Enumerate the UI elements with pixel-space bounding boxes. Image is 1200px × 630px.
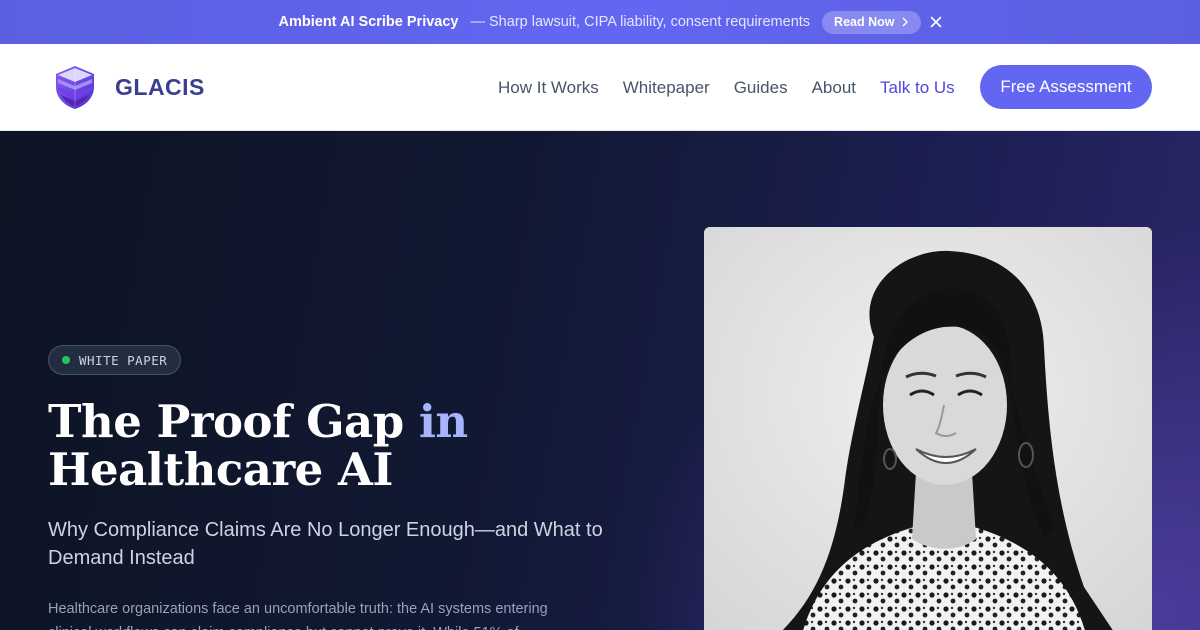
white-paper-badge: WHITE PAPER — [48, 345, 182, 375]
close-icon[interactable] — [928, 14, 944, 30]
chevron-right-icon — [902, 17, 909, 27]
badge-label: WHITE PAPER — [79, 352, 168, 368]
logo[interactable]: GLACIS — [54, 65, 205, 110]
site-header: GLACIS How It Works Whitepaper Guides Ab… — [0, 44, 1200, 131]
announcement-title: Ambient AI Scribe Privacy — [278, 14, 459, 30]
read-now-label: Read Now — [834, 15, 895, 29]
nav-talk-to-us[interactable]: Talk to Us — [880, 78, 955, 98]
announcement-bar: Ambient AI Scribe Privacy — Sharp lawsui… — [0, 0, 1200, 44]
nav-guides[interactable]: Guides — [734, 78, 788, 98]
page-title: The Proof Gap in Healthcare AI — [48, 398, 608, 494]
free-assessment-button[interactable]: Free Assessment — [980, 65, 1152, 109]
nav-about[interactable]: About — [812, 78, 856, 98]
announcement-description: — Sharp lawsuit, CIPA liability, consent… — [470, 14, 811, 30]
logo-text: GLACIS — [115, 74, 205, 100]
title-part-2: Healthcare AI — [48, 443, 393, 496]
shield-logo-icon — [56, 66, 94, 109]
page-subtitle: Why Compliance Claims Are No Longer Enou… — [48, 519, 603, 569]
title-part-1: The Proof Gap — [48, 395, 419, 448]
nav-whitepaper[interactable]: Whitepaper — [623, 78, 710, 98]
nav-how-it-works[interactable]: How It Works — [498, 78, 599, 98]
title-highlight: in — [418, 395, 468, 448]
status-dot-icon — [62, 356, 70, 364]
read-now-button[interactable]: Read Now — [822, 10, 922, 34]
portrait-illustration — [704, 227, 1152, 630]
author-portrait-image — [704, 227, 1152, 630]
main-nav: How It Works Whitepaper Guides About Tal… — [498, 44, 979, 131]
intro-paragraph: Healthcare organizations face an uncomfo… — [48, 601, 548, 630]
hero-section: WHITE PAPER The Proof Gap in Healthcare … — [0, 131, 1200, 630]
